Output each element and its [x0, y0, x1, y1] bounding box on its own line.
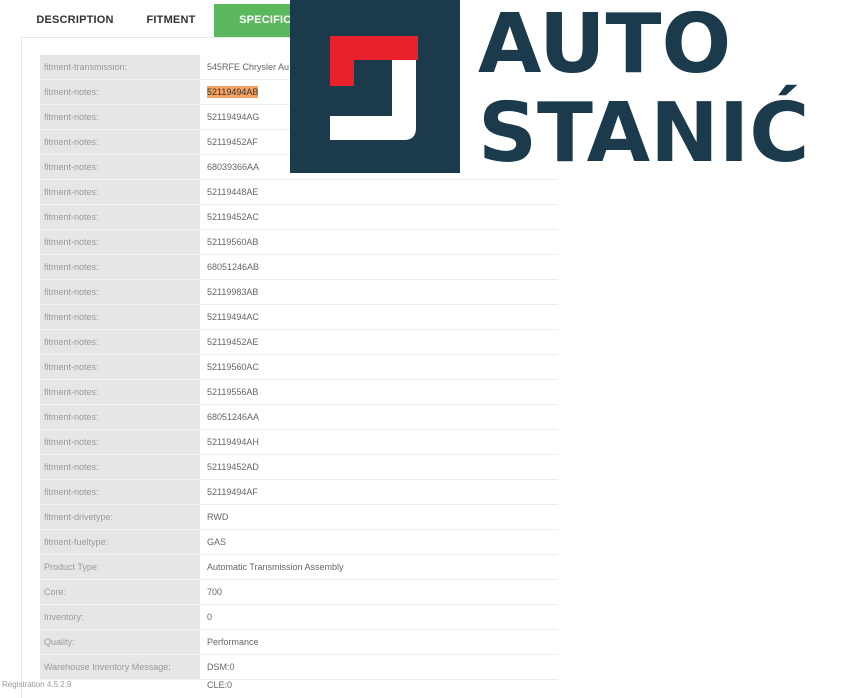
spec-value: 52119452AE	[200, 330, 558, 355]
spec-row: fitment-notes: 52119494AC	[40, 305, 558, 330]
spec-label: Warehouse Inventory Message:	[40, 655, 200, 680]
spec-label: fitment-transmission:	[40, 55, 200, 80]
spec-label: fitment-notes:	[40, 280, 200, 305]
spec-value: 52119452AC	[200, 205, 558, 230]
spec-value: 52119556AB	[200, 380, 558, 405]
spec-value: Automatic Transmission Assembly	[200, 555, 558, 580]
spec-label: fitment-notes:	[40, 355, 200, 380]
spec-value: 700	[200, 580, 558, 605]
spec-row: Product Type: Automatic Transmission Asse…	[40, 555, 558, 580]
spec-label: fitment-notes:	[40, 480, 200, 505]
logo-word-auto: AUTO	[478, 0, 731, 92]
spec-label: fitment-notes:	[40, 155, 200, 180]
spec-row: fitment-notes: 52119452AC	[40, 205, 558, 230]
spec-row: fitment-notes: 52119452AD	[40, 455, 558, 480]
spec-row: fitment-notes: 52119560AC	[40, 355, 558, 380]
spec-label: Inventory:	[40, 605, 200, 630]
spec-value: 52119448AE	[200, 180, 558, 205]
spec-row: Core: 700	[40, 580, 558, 605]
spec-label: Quality:	[40, 630, 200, 655]
highlighted-part-number: 52119494AB	[207, 86, 259, 98]
spec-label: fitment-notes:	[40, 80, 200, 105]
spec-value: Performance	[200, 630, 558, 655]
spec-row: fitment-notes: 52119448AE	[40, 180, 558, 205]
spec-label: fitment-notes:	[40, 105, 200, 130]
spec-label: fitment-notes:	[40, 380, 200, 405]
spec-value: 52119560AC	[200, 355, 558, 380]
spec-label: fitment-notes:	[40, 330, 200, 355]
spec-row: fitment-notes: 68051246AA	[40, 405, 558, 430]
spec-value-continuation: CLE:0	[207, 680, 233, 690]
spec-value: 52119452AD	[200, 455, 558, 480]
tab-bar: DESCRIPTION FITMENT SPECIFICATI	[22, 4, 334, 37]
spec-label: fitment-notes:	[40, 205, 200, 230]
spec-label: fitment-notes:	[40, 430, 200, 455]
spec-label: Core:	[40, 580, 200, 605]
spec-row: Inventory: 0	[40, 605, 558, 630]
logo-graphic: AUTO STANIĆ	[290, 0, 809, 173]
spec-label: fitment-drivetype:	[40, 505, 200, 530]
spec-row: fitment-notes: 68051246AB	[40, 255, 558, 280]
spec-value: DSM:0	[200, 655, 558, 680]
spec-value: 68051246AA	[200, 405, 558, 430]
logo-word-stanic: STANIĆ	[478, 84, 809, 173]
spec-label: fitment-notes:	[40, 405, 200, 430]
spec-label: fitment-notes:	[40, 255, 200, 280]
auto-stanic-logo: AUTO STANIĆ	[290, 0, 858, 173]
logo-emblem-background	[290, 0, 460, 173]
registration-version: Registration 4.5.2.9	[2, 680, 72, 689]
spec-label: fitment-notes:	[40, 455, 200, 480]
spec-row: fitment-fueltype: GAS	[40, 530, 558, 555]
spec-row: fitment-notes: 52119494AF	[40, 480, 558, 505]
spec-value: 52119983AB	[200, 280, 558, 305]
spec-value: 52119560AB	[200, 230, 558, 255]
spec-row: fitment-notes: 52119983AB	[40, 280, 558, 305]
spec-value: 0	[200, 605, 558, 630]
spec-label: fitment-notes:	[40, 305, 200, 330]
spec-row: Quality: Performance	[40, 630, 558, 655]
spec-value: GAS	[200, 530, 558, 555]
spec-row: fitment-notes: 52119556AB	[40, 380, 558, 405]
spec-value: 52119494AF	[200, 480, 558, 505]
spec-label: fitment-fueltype:	[40, 530, 200, 555]
spec-value: RWD	[200, 505, 558, 530]
spec-row: fitment-notes: 52119560AB	[40, 230, 558, 255]
spec-row: fitment-notes: 52119452AE	[40, 330, 558, 355]
spec-label: fitment-notes:	[40, 130, 200, 155]
spec-row: fitment-notes: 52119494AH	[40, 430, 558, 455]
spec-row: Warehouse Inventory Message: DSM:0	[40, 655, 558, 680]
spec-label: fitment-notes:	[40, 180, 200, 205]
spec-value: 68051246AB	[200, 255, 558, 280]
spec-value: 52119494AH	[200, 430, 558, 455]
tab-description[interactable]: DESCRIPTION	[22, 4, 128, 37]
spec-value: 52119494AC	[200, 305, 558, 330]
tab-fitment[interactable]: FITMENT	[128, 4, 214, 37]
spec-row: fitment-drivetype: RWD	[40, 505, 558, 530]
spec-row-continuation: CLE:0	[40, 680, 558, 694]
spec-label: Product Type:	[40, 555, 200, 580]
spec-label: fitment-notes:	[40, 230, 200, 255]
